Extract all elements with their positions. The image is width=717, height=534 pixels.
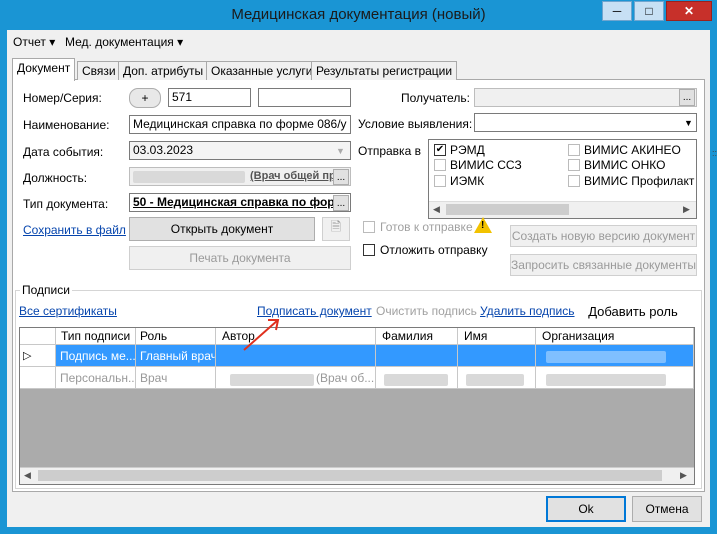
checkbox-remd[interactable]: ✔ xyxy=(434,144,446,156)
redacted-organization xyxy=(546,351,666,363)
scroll-right-icon[interactable]: ▶ xyxy=(683,204,690,215)
send-target-iemk: ИЭМК xyxy=(450,174,485,188)
table-cell[interactable]: Главный врач xyxy=(136,345,216,367)
table-cell[interactable]: Подпись ме... xyxy=(56,345,136,367)
send-target-vimis-akineo: ВИМИС АКИНЕО xyxy=(584,143,681,157)
add-number-button[interactable]: + xyxy=(129,88,161,108)
maximize-button[interactable]: □ xyxy=(634,1,664,21)
tab-document[interactable]: Документ xyxy=(12,58,76,81)
doctype-label: Тип документа: xyxy=(23,197,109,211)
date-dropdown-icon[interactable]: ▼ xyxy=(332,142,349,159)
checkbox-ready-to-send[interactable] xyxy=(363,221,375,233)
menu-report[interactable]: Отчет ▾ xyxy=(13,35,55,49)
grid-corner xyxy=(20,328,56,345)
column-header[interactable]: Организация xyxy=(536,328,694,345)
signatures-grid[interactable]: Тип подписи Роль Автор Фамилия Имя Орган… xyxy=(19,327,695,485)
redacted-text xyxy=(133,171,245,183)
tab-registration-results[interactable]: Результаты регистрации xyxy=(311,61,458,80)
grid-scroll-thumb[interactable] xyxy=(38,470,662,481)
signatures-label: Подписи xyxy=(20,283,72,297)
recipient-picker-button[interactable]: ... xyxy=(679,89,695,106)
checkbox-vimis-onko[interactable] xyxy=(568,159,580,171)
delete-signature-link[interactable]: Удалить подпись xyxy=(480,304,575,318)
redacted-first-name xyxy=(466,374,524,386)
number-input[interactable]: 571 xyxy=(168,88,251,107)
date-label: Дата события: xyxy=(23,145,104,159)
checkbox-iemk[interactable] xyxy=(434,175,446,187)
scroll-thumb[interactable] xyxy=(446,204,569,215)
save-to-file-link[interactable]: Сохранить в файл xyxy=(23,223,126,237)
table-cell[interactable] xyxy=(376,345,458,367)
position-input[interactable]: (Врач общей пр xyxy=(129,167,351,186)
column-header[interactable]: Имя xyxy=(458,328,536,345)
annotation-arrow-icon xyxy=(243,319,280,351)
column-header[interactable]: Тип подписи xyxy=(56,328,136,345)
scroll-right-icon[interactable]: ▶ xyxy=(680,470,687,481)
condition-label: Условие выявления: xyxy=(358,117,473,131)
postpone-send-label: Отложить отправку xyxy=(380,243,488,257)
checkbox-vimis-ssz[interactable] xyxy=(434,159,446,171)
redacted-surname xyxy=(384,374,448,386)
position-label: Должность: xyxy=(23,171,88,185)
ok-button[interactable]: Ok xyxy=(546,496,626,522)
tab-services[interactable]: Оказанные услуги xyxy=(206,61,318,80)
checkbox-postpone-send[interactable] xyxy=(363,244,375,256)
minimize-button[interactable]: ─ xyxy=(602,1,632,21)
recipient-label: Получатель: xyxy=(401,91,470,105)
checkbox-vimis-akineo[interactable] xyxy=(568,144,580,156)
chevron-down-icon[interactable]: ▼ xyxy=(680,114,697,131)
column-header[interactable]: Роль xyxy=(136,328,216,345)
create-version-button[interactable]: Создать новую версию документ xyxy=(510,225,697,247)
recipient-input[interactable] xyxy=(474,88,697,107)
request-linked-button[interactable]: Запросить связанные документы xyxy=(510,254,697,276)
send-target-remd: РЭМД xyxy=(450,143,485,157)
clear-signature-link[interactable]: Очистить подпись xyxy=(376,304,477,318)
scroll-left-icon[interactable]: ◀ xyxy=(433,204,440,215)
send-target-vimis-ssz: ВИМИС ССЗ xyxy=(450,158,522,172)
warning-mark: ! xyxy=(481,220,485,231)
cancel-button[interactable]: Отмена xyxy=(632,496,702,522)
send-target-vimis-onko: ВИМИС ОНКО xyxy=(584,158,666,172)
column-header[interactable]: Фамилия xyxy=(376,328,458,345)
table-cell[interactable]: Врач xyxy=(136,367,216,389)
send-target-vimis-prof: ВИМИС Профилактика xyxy=(584,174,695,188)
row-header[interactable] xyxy=(20,367,56,389)
position-value: (Врач общей пр xyxy=(250,170,336,182)
date-input[interactable]: 03.03.2023 xyxy=(129,141,351,160)
doctype-picker-button[interactable]: ... xyxy=(333,195,349,211)
tab-links[interactable]: Связи xyxy=(77,61,121,80)
table-cell[interactable]: Персональн... xyxy=(56,367,136,389)
document-icon[interactable]: 🗎 xyxy=(322,217,350,241)
redacted-author xyxy=(230,374,314,386)
position-picker-button[interactable]: ... xyxy=(333,169,349,185)
checkbox-vimis-prof[interactable] xyxy=(568,175,580,187)
all-certificates-link[interactable]: Все сертификаты xyxy=(19,304,117,318)
close-button[interactable]: ✕ xyxy=(666,1,712,21)
tab-extra-attributes[interactable]: Доп. атрибуты xyxy=(118,61,209,80)
add-role-button[interactable]: Добавить роль xyxy=(578,298,688,324)
print-document-button[interactable]: Печать документа xyxy=(129,246,351,270)
name-label: Наименование: xyxy=(23,118,110,132)
send-to-label: Отправка в xyxy=(358,144,421,158)
series-input[interactable] xyxy=(258,88,351,107)
open-document-button[interactable]: Открыть документ xyxy=(129,217,315,241)
ready-to-send-label: Готов к отправке xyxy=(380,220,473,234)
doctype-input[interactable]: 50 - Медицинская справка по фор xyxy=(129,193,351,212)
background-sliver: ::: xyxy=(712,148,717,158)
menu-med-docs[interactable]: Мед. документация ▾ xyxy=(65,35,183,49)
name-input[interactable]: Медицинская справка по форме 086/у (вра xyxy=(129,115,351,134)
condition-select[interactable] xyxy=(474,113,697,132)
redacted-organization xyxy=(546,374,666,386)
row-indicator-icon[interactable]: ▷ xyxy=(20,345,56,367)
number-label: Номер/Серия: xyxy=(23,91,102,105)
table-cell[interactable] xyxy=(458,345,536,367)
scroll-left-icon[interactable]: ◀ xyxy=(24,470,31,481)
